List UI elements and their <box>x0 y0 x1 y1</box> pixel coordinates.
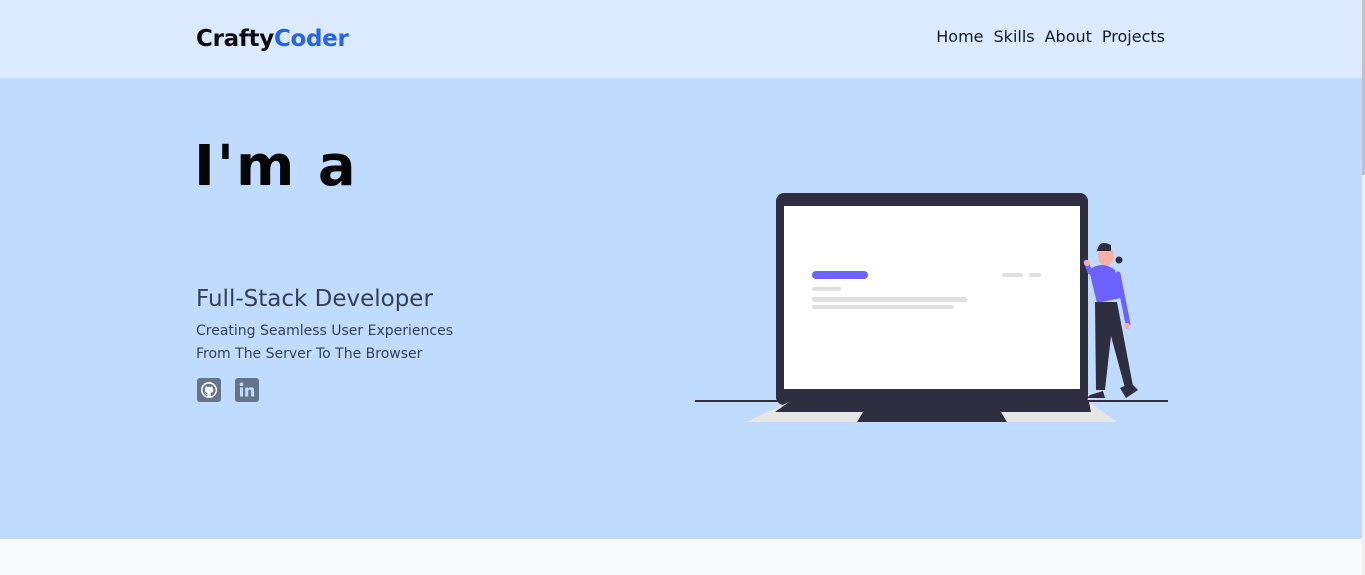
linkedin-icon[interactable] <box>235 378 259 402</box>
screen-text-line <box>812 287 841 291</box>
logo-part-coder: Coder <box>273 26 349 52</box>
social-links <box>197 378 259 402</box>
nav-about[interactable]: About <box>1045 27 1092 47</box>
hero-tagline: Creating Seamless User Experiences From … <box>196 320 496 366</box>
nav-projects[interactable]: Projects <box>1102 27 1165 47</box>
developer-laptop-illustration <box>695 193 1168 422</box>
nav-skills[interactable]: Skills <box>994 27 1035 47</box>
site-header: CraftyCoder Home Skills About Projects <box>0 0 1362 78</box>
logo[interactable]: CraftyCoder <box>196 25 349 53</box>
logo-part-crafty: Crafty <box>196 26 274 52</box>
github-icon[interactable] <box>197 378 221 402</box>
hero-headline: I'm a <box>194 134 358 199</box>
screen-accent-bar <box>812 271 868 279</box>
person-figure <box>1083 243 1138 398</box>
laptop-trackpad <box>857 412 1007 422</box>
screen-nav-line <box>1002 273 1023 277</box>
tagline-line-1: Creating Seamless User Experiences <box>196 323 453 339</box>
main-nav: Home Skills About Projects <box>936 27 1165 47</box>
screen-text-line <box>812 305 954 309</box>
screen-nav-line <box>1029 273 1041 277</box>
laptop-keyboard <box>775 402 1091 412</box>
screen-text-line <box>812 297 967 302</box>
hero-role: Full-Stack Developer <box>196 286 433 312</box>
nav-home[interactable]: Home <box>936 27 983 47</box>
tagline-line-2: From The Server To The Browser <box>196 346 423 362</box>
